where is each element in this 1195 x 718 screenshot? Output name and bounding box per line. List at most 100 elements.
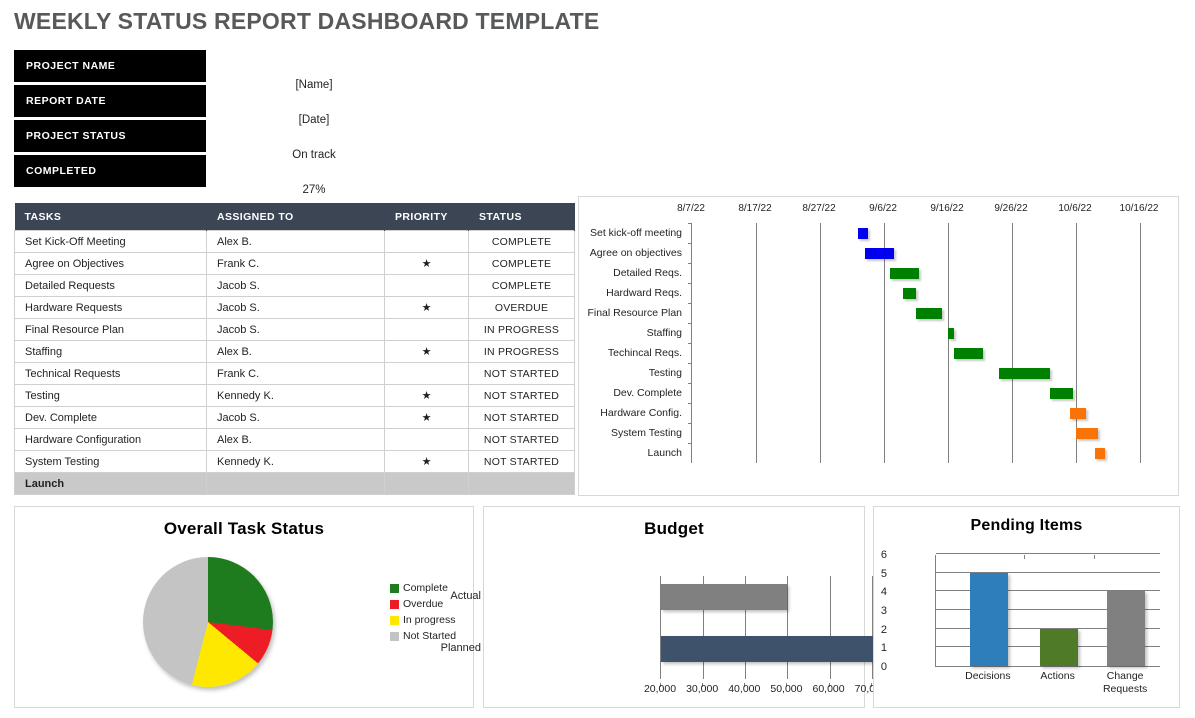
- table-row[interactable]: Technical Requests Frank C. NOT STARTED: [14, 362, 575, 385]
- gantt-bar[interactable]: [948, 328, 955, 339]
- pending-x-tick: Actions: [1040, 670, 1075, 682]
- gantt-bar[interactable]: [903, 288, 916, 299]
- info-label-completed: COMPLETED: [14, 155, 206, 187]
- budget-axis-tick: 50,000: [770, 683, 803, 695]
- gantt-row-tick: [688, 243, 692, 244]
- legend-swatch-icon: [390, 615, 399, 625]
- legend-swatch-icon: [390, 599, 399, 609]
- gantt-bar[interactable]: [1050, 388, 1073, 399]
- info-label-report-date: REPORT DATE: [14, 85, 206, 117]
- legend-item[interactable]: Overdue: [390, 596, 456, 612]
- gantt-row: [688, 263, 1139, 283]
- gantt-row: [688, 443, 1139, 463]
- pending-bar[interactable]: [1107, 591, 1146, 666]
- legend-swatch-icon: [390, 583, 399, 593]
- pie-chart-title: Overall Task Status: [163, 519, 325, 538]
- dashboard-page: WEEKLY STATUS REPORT DASHBOARD TEMPLATE …: [0, 0, 1195, 718]
- cell-assigned-to: Alex B.: [206, 340, 385, 363]
- page-title: WEEKLY STATUS REPORT DASHBOARD TEMPLATE: [14, 8, 600, 34]
- table-row[interactable]: Hardware Configuration Alex B. NOT STARTED: [14, 428, 575, 451]
- budget-category-label: Actual: [450, 590, 481, 602]
- gantt-axis-tick: 10/16/22: [1119, 203, 1159, 214]
- gantt-bar[interactable]: [916, 308, 942, 319]
- pending-y-tick: 1: [880, 642, 887, 655]
- gantt-row-tick: [688, 343, 692, 344]
- status-badge: OVERDUE: [468, 296, 575, 319]
- cell-assigned-to: Jacob S.: [206, 274, 385, 297]
- cell-priority: [384, 318, 469, 341]
- info-value-completed[interactable]: 27%: [214, 174, 414, 206]
- cell-priority: [384, 428, 469, 451]
- cell-task: Final Resource Plan: [14, 318, 207, 341]
- gantt-row: [688, 343, 1139, 363]
- table-row[interactable]: Set Kick-Off Meeting Alex B. COMPLETE: [14, 230, 575, 253]
- pending-bar[interactable]: [969, 572, 1008, 666]
- table-row[interactable]: Agree on Objectives Frank C. ★ COMPLETE: [14, 252, 575, 275]
- budget-axis-tick: 20,000: [643, 683, 677, 695]
- gantt-row: [688, 383, 1139, 403]
- gantt-row-tick: [688, 403, 692, 404]
- status-badge: NOT STARTED: [468, 384, 575, 407]
- pending-bar[interactable]: [1039, 628, 1078, 666]
- cell-task: Technical Requests: [14, 362, 207, 385]
- column-header-assigned-to[interactable]: ASSIGNED TO: [206, 203, 385, 231]
- cell-assigned-to: [206, 472, 385, 495]
- column-header-priority[interactable]: PRIORITY: [384, 203, 469, 231]
- info-value-project-name[interactable]: [Name]: [214, 69, 414, 101]
- table-row[interactable]: System Testing Kennedy K. ★ NOT STARTED: [14, 450, 575, 473]
- budget-axis-tick: 60,000: [812, 683, 845, 695]
- gantt-row-tick: [688, 363, 692, 364]
- gantt-row-tick: [688, 303, 692, 304]
- cell-priority: [384, 274, 469, 297]
- pending-x-tick: Decisions: [965, 670, 1011, 682]
- column-header-status[interactable]: STATUS: [468, 203, 575, 231]
- gantt-row-tick: [688, 223, 692, 224]
- gantt-bar[interactable]: [858, 228, 868, 239]
- gantt-row: [688, 423, 1139, 443]
- table-row[interactable]: Staffing Alex B. ★ IN PROGRESS: [14, 340, 575, 363]
- table-row[interactable]: Final Resource Plan Jacob S. IN PROGRESS: [14, 318, 575, 341]
- priority-star-icon: ★: [384, 450, 469, 473]
- cell-task: Testing: [14, 384, 207, 407]
- cell-assigned-to: Kennedy K.: [206, 450, 385, 473]
- cell-task: Dev. Complete: [14, 406, 207, 429]
- column-header-tasks[interactable]: TASKS: [14, 203, 207, 231]
- gantt-bar[interactable]: [1095, 448, 1105, 459]
- table-row[interactable]: Testing Kennedy K. ★ NOT STARTED: [14, 384, 575, 407]
- table-row[interactable]: Dev. Complete Jacob S. ★ NOT STARTED: [14, 406, 575, 429]
- budget-chart-card: Budget Actual Planned 20,000 30,000 40,000 5…: [441, 506, 971, 708]
- table-row[interactable]: Detailed Requests Jacob S. COMPLETE: [14, 274, 575, 297]
- project-info-block: PROJECT NAME REPORT DATE PROJECT STATUS …: [14, 48, 574, 196]
- legend-item[interactable]: Complete: [390, 580, 456, 596]
- gantt-bar[interactable]: [954, 348, 984, 359]
- budget-gridline: [787, 576, 789, 679]
- budget-category-label: Planned: [440, 642, 481, 654]
- cell-priority: [384, 230, 469, 253]
- pending-x-tickmark: [1023, 555, 1025, 559]
- gantt-bar[interactable]: [890, 268, 920, 279]
- status-badge: NOT STARTED: [468, 406, 575, 429]
- info-value-report-date[interactable]: [Date]: [214, 104, 414, 136]
- info-value-project-status[interactable]: On track: [214, 139, 414, 171]
- gantt-bar[interactable]: [864, 248, 894, 259]
- cell-task: Hardware Configuration: [14, 428, 207, 451]
- budget-chart-title: Budget: [644, 519, 704, 538]
- gantt-category-label: Dev. Complete: [613, 387, 682, 399]
- gantt-bar[interactable]: [1069, 408, 1086, 419]
- gantt-axis-tick: 8/7/22: [677, 203, 705, 214]
- gantt-bar[interactable]: [999, 368, 1051, 379]
- status-badge: COMPLETE: [468, 274, 575, 297]
- budget-bar[interactable]: [661, 584, 788, 610]
- table-row[interactable]: Launch: [14, 472, 575, 495]
- table-header-row: TASKS ASSIGNED TO PRIORITY STATUS: [14, 203, 575, 231]
- gantt-row-tick: [688, 263, 692, 264]
- legend-item[interactable]: In progress: [390, 612, 456, 628]
- cell-task: Staffing: [14, 340, 207, 363]
- gantt-row-tick: [688, 443, 692, 444]
- priority-star-icon: ★: [384, 406, 469, 429]
- table-row[interactable]: Hardware Requests Jacob S. ★ OVERDUE: [14, 296, 575, 319]
- gantt-bar[interactable]: [1076, 428, 1099, 439]
- status-badge: NOT STARTED: [468, 428, 575, 451]
- legend-label: Not Started: [403, 630, 457, 642]
- cell-task: Detailed Requests: [14, 274, 207, 297]
